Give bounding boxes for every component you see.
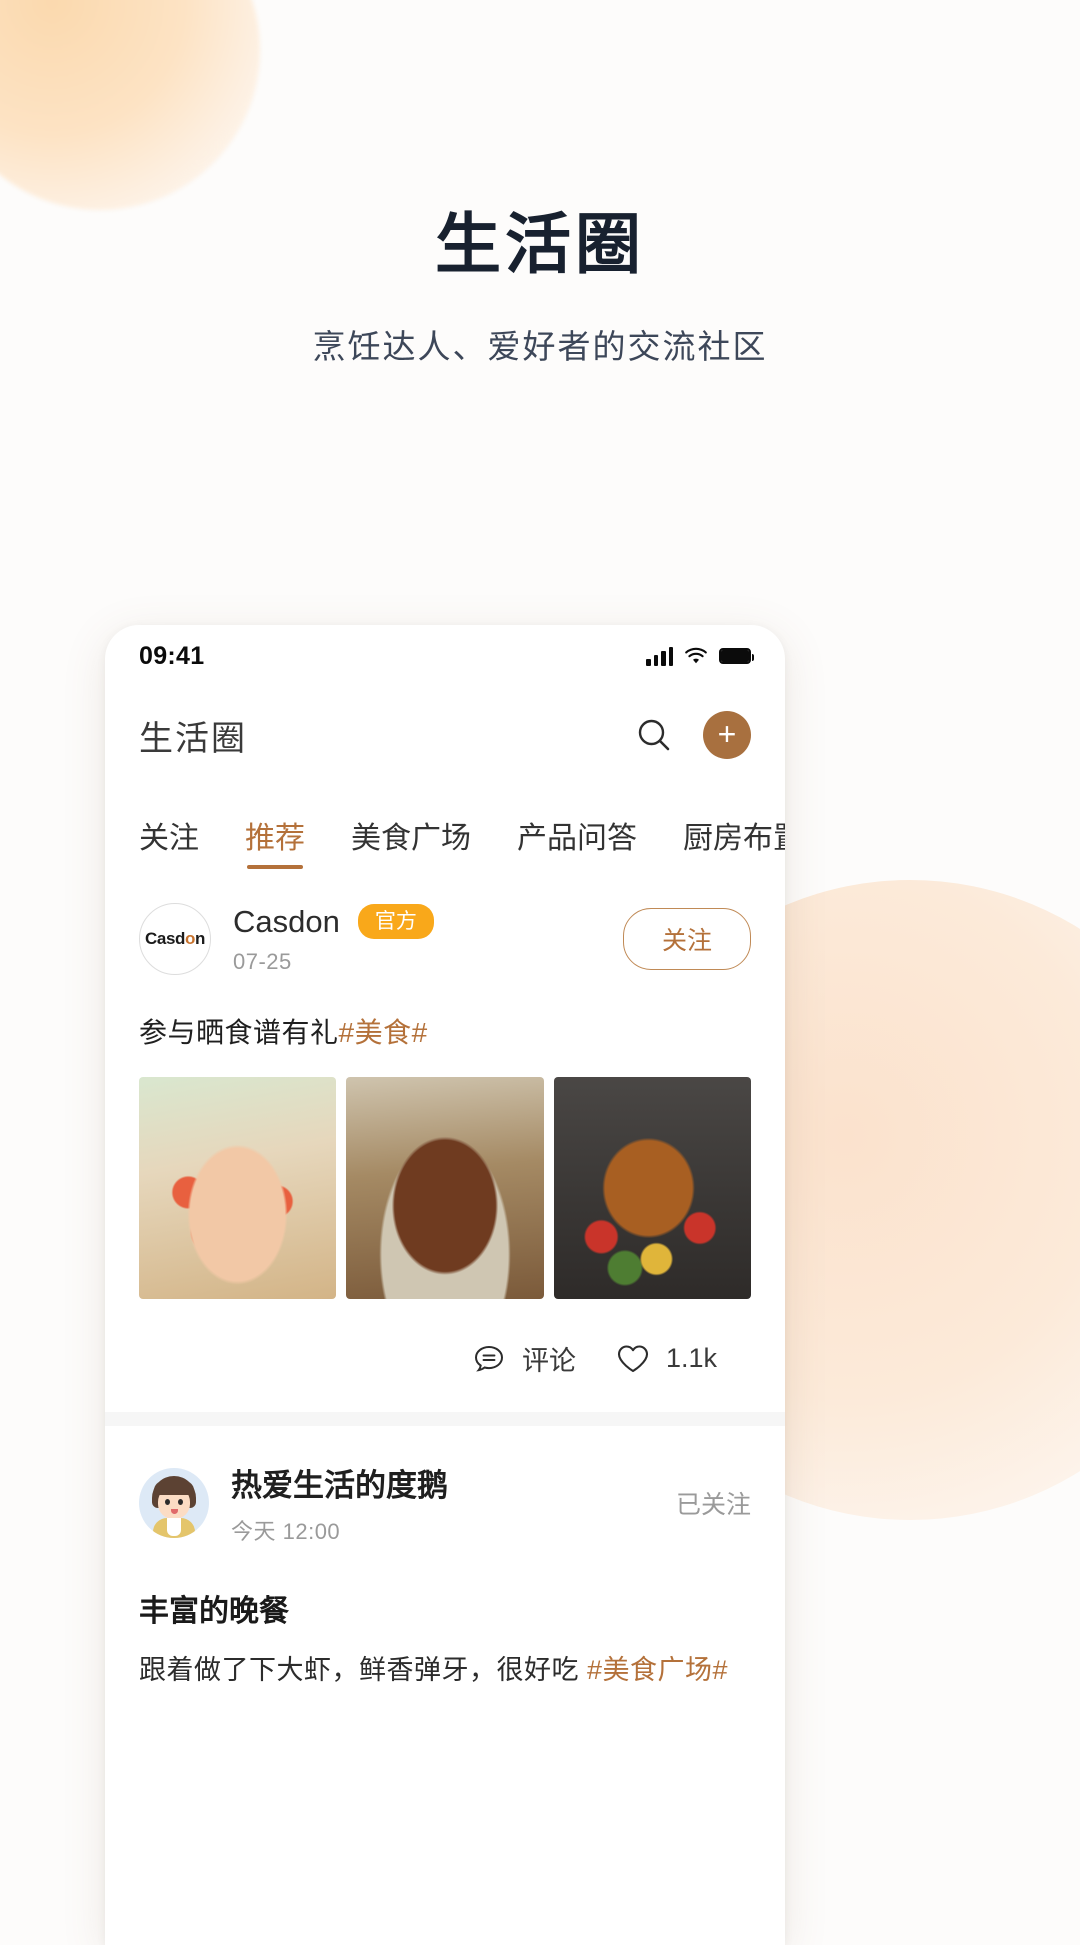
post-text: 跟着做了下大虾，鲜香弹牙，很好吃 #美食广场# — [139, 1648, 751, 1687]
like-count: 1.1k — [665, 1343, 717, 1373]
wifi-icon — [684, 647, 708, 665]
tab-bar: 关注 推荐 美食广场 产品问答 厨房布置 — [105, 783, 785, 869]
app-title: 生活圈 — [139, 719, 247, 758]
post-header: Casdon Casdon 官方 07-25 关注 — [139, 869, 751, 975]
comment-bubble-icon — [472, 1342, 506, 1376]
app-header: 生活圈 + — [105, 687, 785, 783]
status-time: 09:41 — [139, 641, 205, 670]
like-button[interactable]: 1.1k — [616, 1343, 717, 1375]
post-meta: 热爱生活的度鹅 今天 12:00 — [231, 1460, 676, 1546]
battery-icon — [719, 648, 754, 664]
post-actions: 评论 1.1k — [139, 1299, 751, 1412]
tab-chanpinwenda[interactable]: 产品问答 — [517, 813, 637, 869]
post-hashtag[interactable]: #美食# — [339, 1017, 428, 1048]
status-badge: 官方 — [357, 903, 434, 940]
post-text-body: 参与晒食谱有礼 — [139, 1017, 339, 1048]
tab-tuijian[interactable]: 推荐 — [245, 813, 305, 869]
tab-guanzhu[interactable]: 关注 — [139, 813, 199, 869]
post-meta: Casdon 官方 07-25 — [233, 904, 623, 975]
post-text-body: 跟着做了下大虾，鲜香弹牙，很好吃 — [139, 1655, 588, 1685]
hero-section: 生活圈 烹饪达人、爱好者的交流社区 — [0, 0, 1080, 368]
plus-icon[interactable]: + — [703, 711, 751, 759]
tab-chufangbuzhi[interactable]: 厨房布置 — [683, 813, 785, 869]
post-image-dinner[interactable] — [139, 1713, 513, 1913]
post-date: 今天 12:00 — [231, 1519, 341, 1544]
page-title: 生活圈 — [435, 207, 645, 281]
brand-logo-text: Casdon — [145, 929, 205, 948]
comment-label: 评论 — [521, 1346, 576, 1376]
page-subtitle: 烹饪达人、爱好者的交流社区 — [312, 328, 768, 366]
post-image-shrimp[interactable] — [139, 1077, 337, 1299]
post-image-row — [139, 1077, 751, 1299]
status-bar: 09:41 — [105, 625, 785, 687]
follow-button[interactable]: 关注 — [622, 908, 751, 970]
avatar[interactable] — [139, 1468, 209, 1538]
post-casdon: Casdon Casdon 官方 07-25 关注 参与晒食谱有礼#美食# 评论… — [105, 869, 785, 1412]
search-icon[interactable] — [631, 712, 677, 758]
post-date: 07-25 — [233, 948, 292, 974]
comment-button[interactable]: 评论 — [472, 1339, 576, 1378]
post-image-braised-pork[interactable] — [346, 1077, 544, 1299]
author-row: 热爱生活的度鹅 — [231, 1460, 676, 1505]
heart-icon — [616, 1343, 650, 1375]
phone-mockup: 09:41 生活圈 + 关注 推荐 美食广场 产品问答 厨房布 Casdon C… — [105, 625, 785, 1945]
post-text: 参与晒食谱有礼#美食# — [139, 1011, 751, 1051]
signal-bars-icon — [646, 646, 673, 666]
post-user: 热爱生活的度鹅 今天 12:00 已关注 丰富的晚餐 跟着做了下大虾，鲜香弹牙，… — [105, 1426, 785, 1913]
post-header: 热爱生活的度鹅 今天 12:00 已关注 — [139, 1426, 751, 1546]
author-row: Casdon 官方 — [233, 904, 623, 940]
author-name[interactable]: Casdon — [233, 904, 340, 940]
status-icons — [646, 646, 754, 666]
followed-status[interactable]: 已关注 — [676, 1485, 751, 1521]
post-hashtag[interactable]: #美食广场# — [587, 1655, 728, 1685]
tab-meishiguangchang[interactable]: 美食广场 — [351, 813, 471, 869]
post-image-roast-chicken[interactable] — [553, 1077, 751, 1299]
post-title: 丰富的晚餐 — [139, 1595, 289, 1628]
avatar[interactable]: Casdon — [139, 903, 211, 975]
header-actions: + — [631, 711, 751, 759]
post-divider — [105, 1412, 785, 1426]
author-name[interactable]: 热爱生活的度鹅 — [231, 1460, 448, 1505]
